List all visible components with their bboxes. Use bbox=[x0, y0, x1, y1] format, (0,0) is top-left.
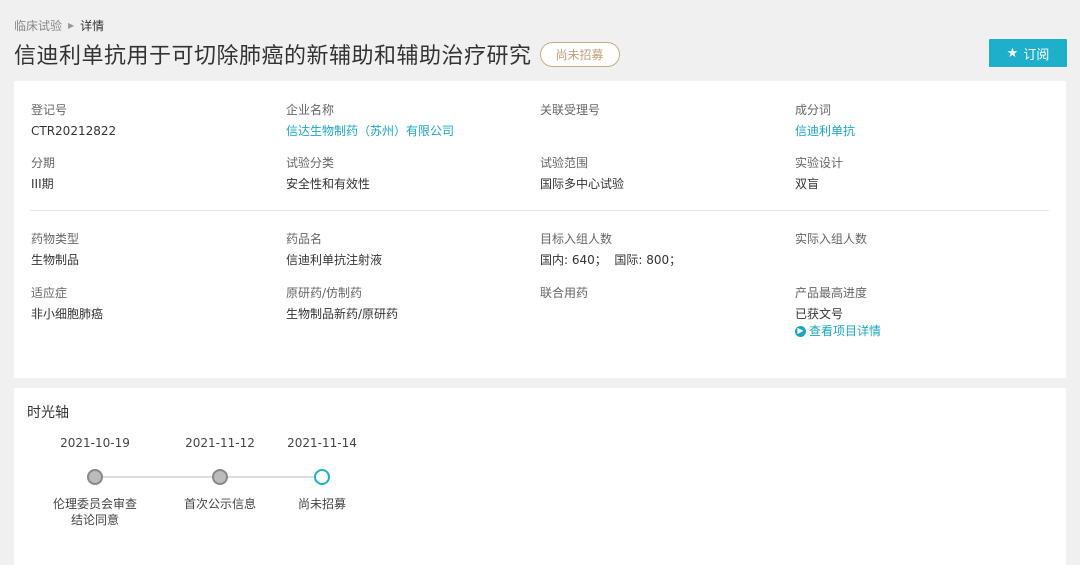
field-label: 联合用药 bbox=[540, 286, 589, 300]
detail-link-label: 查看项目详情 bbox=[809, 324, 882, 338]
field-scope: 试验范围 国际多中心试验 bbox=[540, 156, 780, 191]
field-company: 企业名称 信达生物制药（苏州）有限公司 bbox=[286, 103, 526, 138]
caret-right-icon: ▶ bbox=[68, 21, 75, 30]
section-title: 时光轴 bbox=[27, 405, 69, 421]
timeline-label-line1: 尚未招募 bbox=[297, 497, 346, 511]
field-value: 生物制品 bbox=[31, 253, 80, 267]
timeline-label: 尚未招募 bbox=[262, 496, 382, 512]
status-badge: 尚未招募 bbox=[539, 41, 620, 67]
field-label: 药物类型 bbox=[31, 232, 80, 246]
divider bbox=[30, 210, 1049, 211]
field-label: 登记号 bbox=[31, 103, 68, 117]
star-icon: ★ bbox=[1006, 45, 1019, 61]
field-origin: 原研药/仿制药 生物制品新药/原研药 bbox=[286, 286, 526, 321]
field-label: 适应症 bbox=[31, 286, 68, 300]
field-indication: 适应症 非小细胞肺癌 bbox=[31, 286, 271, 321]
field-value: CTR20212822 bbox=[31, 124, 117, 138]
field-value: 信迪利单抗注射液 bbox=[286, 253, 383, 267]
field-combo: 联合用药 bbox=[540, 286, 780, 307]
page-title: 信迪利单抗用于可切除肺癌的新辅助和辅助治疗研究 bbox=[14, 44, 532, 69]
field-drug-type: 药物类型 生物制品 bbox=[31, 232, 271, 267]
field-label: 试验范围 bbox=[540, 156, 589, 170]
timeline-date: 2021-11-14 bbox=[287, 436, 357, 450]
field-label: 目标入组人数 bbox=[540, 232, 613, 246]
breadcrumb-current: 详情 bbox=[80, 19, 105, 33]
subscribe-button[interactable]: ★ 订阅 bbox=[989, 39, 1067, 67]
timeline-card: 时光轴 2021-10-19 伦理委员会审查 结论同意 2021-11-12 首… bbox=[14, 388, 1066, 565]
field-ingredient: 成分词 信迪利单抗 bbox=[795, 103, 1035, 138]
field-reg-no: 登记号 CTR20212822 bbox=[31, 103, 271, 138]
field-target-enrollment: 目标入组人数 国内: 640； 国际: 800； bbox=[540, 232, 780, 267]
timeline-event: 2021-10-19 伦理委员会审查 结论同意 bbox=[35, 436, 155, 528]
field-value: III期 bbox=[31, 177, 54, 191]
field-design: 实验设计 双盲 bbox=[795, 156, 1035, 191]
trial-detail-page: 临床试验 ▶ 详情 信迪利单抗用于可切除肺癌的新辅助和辅助治疗研究 尚未招募 ★… bbox=[0, 0, 1080, 565]
field-value: 双盲 bbox=[795, 177, 820, 191]
field-category: 试验分类 安全性和有效性 bbox=[286, 156, 526, 191]
field-label: 关联受理号 bbox=[540, 103, 601, 117]
info-card: 登记号 CTR20212822 企业名称 信达生物制药（苏州）有限公司 关联受理… bbox=[14, 81, 1066, 378]
field-value: 国际多中心试验 bbox=[540, 177, 625, 191]
field-drug-name: 药品名 信迪利单抗注射液 bbox=[286, 232, 526, 267]
field-value: 国内: 640； 国际: 800； bbox=[540, 253, 682, 267]
timeline-event: 2021-11-14 尚未招募 bbox=[262, 436, 382, 512]
field-phase: 分期 III期 bbox=[31, 156, 271, 191]
field-value: 已获文号 bbox=[795, 307, 844, 321]
ingredient-link[interactable]: 信迪利单抗 bbox=[795, 124, 1035, 138]
timeline-dot bbox=[212, 469, 228, 485]
field-label: 分期 bbox=[31, 156, 56, 170]
field-progress: 产品最高进度 已获文号 ▶ 查看项目详情 bbox=[795, 286, 1035, 338]
field-value: 安全性和有效性 bbox=[286, 177, 371, 191]
timeline-date: 2021-10-19 bbox=[60, 436, 130, 450]
field-value: 生物制品新药/原研药 bbox=[286, 307, 399, 321]
title-row: 信迪利单抗用于可切除肺癌的新辅助和辅助治疗研究 尚未招募 bbox=[14, 38, 620, 70]
field-label: 实验设计 bbox=[795, 156, 844, 170]
subscribe-label: 订阅 bbox=[1023, 47, 1050, 63]
timeline-label-line1: 伦理委员会审查 bbox=[52, 497, 137, 511]
company-link[interactable]: 信达生物制药（苏州）有限公司 bbox=[286, 124, 526, 138]
field-label: 实际入组人数 bbox=[795, 232, 868, 246]
view-project-details-link[interactable]: ▶ 查看项目详情 bbox=[795, 324, 1035, 338]
timeline-label-line2: 结论同意 bbox=[70, 513, 119, 527]
field-label: 药品名 bbox=[286, 232, 323, 246]
field-value: 非小细胞肺癌 bbox=[31, 307, 104, 321]
field-label: 企业名称 bbox=[286, 103, 335, 117]
field-label: 成分词 bbox=[795, 103, 832, 117]
breadcrumb: 临床试验 ▶ 详情 bbox=[14, 17, 104, 34]
timeline-label: 伦理委员会审查 结论同意 bbox=[35, 496, 155, 528]
breadcrumb-parent[interactable]: 临床试验 bbox=[14, 17, 62, 34]
arrow-right-circle-icon: ▶ bbox=[795, 325, 806, 337]
timeline-dot bbox=[87, 469, 103, 485]
timeline-dot-active bbox=[314, 469, 330, 485]
field-label: 产品最高进度 bbox=[795, 286, 868, 300]
field-label: 原研药/仿制药 bbox=[286, 286, 363, 300]
field-label: 试验分类 bbox=[286, 156, 335, 170]
field-related-no: 关联受理号 bbox=[540, 103, 780, 124]
field-actual-enrollment: 实际入组人数 bbox=[795, 232, 1035, 253]
